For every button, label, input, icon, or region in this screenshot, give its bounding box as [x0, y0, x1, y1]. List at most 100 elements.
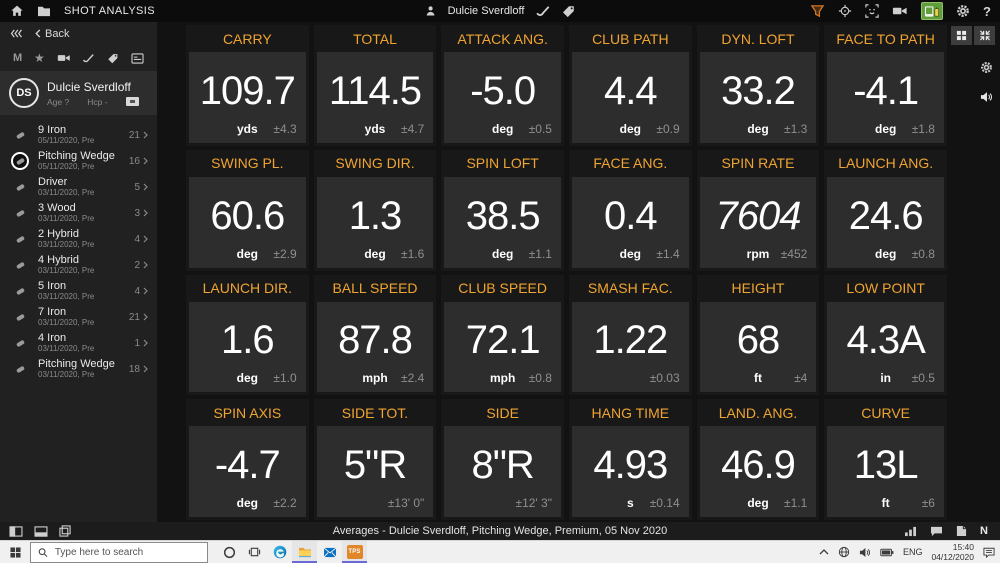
metric-value: 7604: [715, 193, 802, 238]
tag-icon[interactable]: [561, 5, 575, 18]
metric-footer: ft ±6: [827, 496, 944, 510]
metric-tile[interactable]: ATTACK ANG. -5.0 deg ±0.5: [441, 25, 564, 146]
edge-browser-icon[interactable]: [267, 541, 292, 563]
active-player-name[interactable]: Dulcie Sverdloff: [448, 5, 525, 17]
metric-value: 24.6: [848, 193, 924, 238]
exit-fullscreen-button[interactable]: [974, 26, 995, 45]
cortana-icon[interactable]: [217, 541, 242, 563]
player-row[interactable]: DS Dulcie Sverdloff Age ? Hcp -: [0, 71, 157, 115]
taskbar-search[interactable]: [30, 541, 208, 563]
mail-icon[interactable]: [317, 541, 342, 563]
metric-tile[interactable]: SWING PL. 60.6 deg ±2.9: [186, 149, 309, 271]
player-card-icon[interactable]: [125, 97, 139, 106]
metric-tile[interactable]: SPIN RATE 7604 rpm ±452: [696, 149, 820, 271]
club-list-item[interactable]: 9 Iron 05/11/2020, Pre 21: [0, 122, 157, 148]
back-button[interactable]: Back: [35, 28, 69, 40]
metric-tile[interactable]: BALL SPEED 87.8 mph ±2.4: [313, 274, 437, 396]
metric-value: 68: [736, 318, 780, 363]
chevron-right-icon: [143, 235, 148, 243]
metric-tile[interactable]: SMASH FAC. 1.22 ±0.03: [568, 274, 692, 396]
audio-speaker-icon[interactable]: [980, 91, 993, 103]
metric-footer: yds ±4.3: [189, 122, 306, 136]
metric-tile[interactable]: CLUB SPEED 72.1 mph ±0.8: [441, 274, 564, 396]
metric-tile[interactable]: CLUB PATH 4.4 deg ±0.9: [568, 25, 692, 146]
club-list-item[interactable]: Driver 03/11/2020, Pre 5: [0, 174, 157, 200]
club-list-item[interactable]: 4 Iron 03/11/2020, Pre 1: [0, 330, 157, 356]
face-detect-icon[interactable]: [865, 4, 879, 18]
club-list-item[interactable]: 3 Wood 03/11/2020, Pre 3: [0, 200, 157, 226]
club-text: Pitching Wedge 05/11/2020, Pre: [38, 150, 120, 172]
sidebar: Back M ★ DS Dulcie Sverdloff Age ? Hcp -…: [0, 22, 157, 522]
device-connected-indicator[interactable]: [921, 2, 944, 20]
settings-gear-icon[interactable]: [956, 4, 970, 18]
panel-settings-icon[interactable]: [980, 61, 993, 74]
metric-value: -4.7: [214, 443, 281, 488]
help-button[interactable]: ?: [983, 4, 991, 19]
metric-footer: deg ±2.9: [189, 247, 306, 261]
tray-volume-icon[interactable]: [859, 547, 871, 558]
crosshair-icon[interactable]: [838, 4, 852, 18]
metric-value: 4.3A: [846, 318, 926, 363]
metric-tile[interactable]: TOTAL 114.5 yds ±4.7: [313, 25, 437, 146]
home-icon[interactable]: [10, 4, 24, 18]
metric-footer: mph ±0.8: [444, 371, 561, 385]
tray-chevron-icon[interactable]: [819, 549, 829, 555]
sidebar-filter-row: M ★: [0, 45, 157, 71]
metric-tile[interactable]: DYN. LOFT 33.2 deg ±1.3: [696, 25, 820, 146]
filter-tag-icon[interactable]: [107, 53, 119, 64]
folder-icon[interactable]: [37, 5, 51, 17]
metric-tile[interactable]: SIDE 8"R ±12' 3": [441, 399, 564, 520]
metric-tile[interactable]: HANG TIME 4.93 s ±0.14: [568, 399, 692, 520]
metric-tile[interactable]: SWING DIR. 1.3 deg ±1.6: [313, 149, 437, 271]
filter-card-icon[interactable]: [131, 52, 144, 64]
metric-tile[interactable]: LAUNCH DIR. 1.6 deg ±1.0: [186, 274, 309, 396]
metric-tile[interactable]: CURVE 13L ft ±6: [824, 399, 947, 520]
topbar-left: SHOT ANALYSIS: [0, 4, 155, 18]
clock[interactable]: 15:40 04/12/2020: [931, 542, 974, 562]
filter-m-icon[interactable]: M: [13, 52, 22, 64]
sidebar-back-row: Back: [0, 22, 157, 45]
club-date: 05/11/2020, Pre: [38, 162, 95, 172]
club-list-item[interactable]: 5 Iron 03/11/2020, Pre 4: [0, 278, 157, 304]
filter-video-icon[interactable]: [57, 53, 71, 63]
task-view-icon[interactable]: [242, 541, 267, 563]
metric-value: 1.22: [593, 318, 668, 363]
metric-footer: deg ±1.1: [444, 247, 561, 261]
metric-tile[interactable]: FACE ANG. 0.4 deg ±1.4: [568, 149, 692, 271]
network-globe-icon[interactable]: [838, 546, 850, 558]
metric-tile[interactable]: CARRY 109.7 yds ±4.3: [186, 25, 309, 146]
language-indicator[interactable]: ENG: [903, 547, 923, 557]
start-button[interactable]: [0, 541, 30, 563]
metric-tile[interactable]: LAND. ANG. 46.9 deg ±1.1: [696, 399, 820, 520]
tps-app-icon[interactable]: TPS: [342, 541, 367, 563]
metric-footer: deg ±1.0: [189, 371, 306, 385]
club-head-icon: [11, 282, 29, 300]
battery-icon[interactable]: [880, 548, 894, 557]
metric-value: -4.1: [853, 68, 919, 113]
grid-view-button[interactable]: [951, 26, 972, 45]
club-list-item[interactable]: Pitching Wedge 03/11/2020, Pre 18: [0, 356, 157, 382]
metric-tile[interactable]: FACE TO PATH -4.1 deg ±1.8: [824, 25, 947, 146]
metric-tile[interactable]: SPIN LOFT 38.5 deg ±1.1: [441, 149, 564, 271]
club-list-item[interactable]: 2 Hybrid 03/11/2020, Pre 4: [0, 226, 157, 252]
metric-label: SPIN AXIS: [213, 404, 282, 421]
collapse-sidebar-icon[interactable]: [10, 29, 23, 38]
metric-tile[interactable]: HEIGHT 68 ft ±4: [696, 274, 820, 396]
metric-tile[interactable]: SIDE TOT. 5"R ±13' 0": [313, 399, 437, 520]
system-tray: ENG 15:40 04/12/2020: [819, 542, 1000, 562]
metric-tile[interactable]: LOW POINT 4.3A in ±0.5: [824, 274, 947, 396]
club-name: 3 Wood: [38, 201, 76, 214]
favorite-star-icon[interactable]: ★: [34, 51, 45, 65]
filter-club-icon[interactable]: [82, 53, 95, 64]
filter-funnel-icon[interactable]: [810, 4, 825, 18]
action-center-icon[interactable]: [983, 547, 995, 558]
club-list-item[interactable]: Pitching Wedge 05/11/2020, Pre 16: [0, 148, 157, 174]
metric-tile[interactable]: LAUNCH ANG. 24.6 deg ±0.8: [824, 149, 947, 271]
metric-tile[interactable]: SPIN AXIS -4.7 deg ±2.2: [186, 399, 309, 520]
file-explorer-icon[interactable]: [292, 541, 317, 563]
club-list-item[interactable]: 7 Iron 03/11/2020, Pre 21: [0, 304, 157, 330]
search-input[interactable]: [54, 546, 200, 558]
club-list-item[interactable]: 4 Hybrid 03/11/2020, Pre 2: [0, 252, 157, 278]
club-check-icon[interactable]: [535, 5, 550, 18]
video-camera-icon[interactable]: [892, 5, 908, 17]
